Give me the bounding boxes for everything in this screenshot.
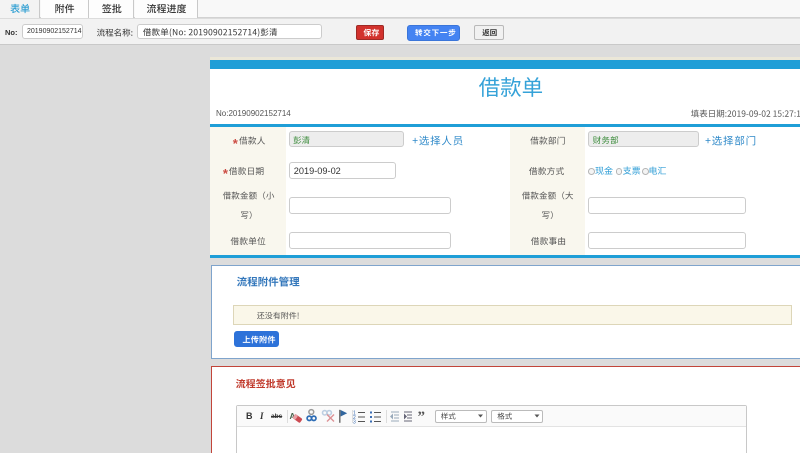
svg-text:3: 3 (353, 420, 356, 426)
